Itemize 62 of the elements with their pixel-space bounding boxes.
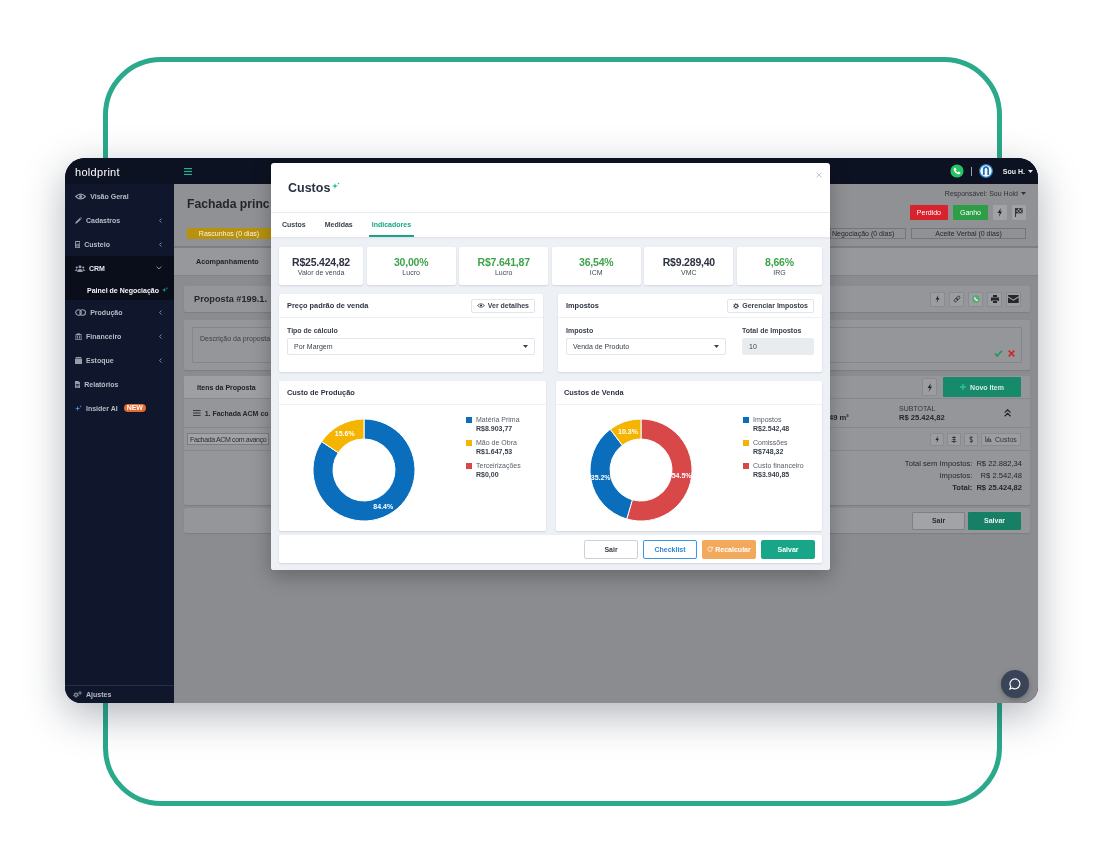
document-icon (75, 380, 81, 388)
lightning-icon (926, 382, 933, 392)
link-icon (952, 295, 961, 303)
kpi-value: R$9.289,40 (662, 255, 715, 268)
sparkle-icon (75, 404, 82, 412)
kpi-value: 30,00% (393, 255, 429, 268)
align-button[interactable] (947, 432, 961, 446)
kpi-value: R$25.424,82 (292, 255, 350, 268)
printer-icon (990, 295, 999, 303)
pencil-icon (75, 216, 82, 224)
price-button[interactable] (964, 432, 978, 446)
align-center-icon (951, 435, 957, 443)
plus-icon (960, 384, 967, 390)
page-title: Fachada princ (187, 196, 270, 212)
kpi-value: R$7.641,87 (477, 255, 530, 268)
rings-icon (75, 308, 87, 316)
lightning-icon (935, 295, 940, 303)
chat-icon (1009, 678, 1021, 690)
eye-icon (75, 192, 87, 200)
menu-icon[interactable] (184, 167, 193, 175)
print-button[interactable] (987, 291, 1002, 307)
check-icon (994, 350, 1003, 357)
sparkle-icon (332, 182, 341, 190)
sparkle-icon (162, 287, 168, 293)
proposal-title: Proposta #199.1. (194, 294, 268, 304)
email-button[interactable] (1006, 291, 1021, 307)
envelope-icon (1008, 295, 1019, 303)
lightning-icon (997, 208, 1003, 217)
logo: holdprint (75, 166, 120, 178)
close-icon (816, 172, 822, 178)
flag-button[interactable] (1012, 205, 1026, 220)
users-icon (75, 264, 85, 272)
eye-icon (476, 303, 485, 308)
caret-icon (523, 345, 528, 348)
drag-handle-icon[interactable] (193, 410, 201, 416)
dollar-icon (968, 435, 974, 443)
calculator-icon (75, 240, 81, 248)
lightning-button[interactable] (930, 432, 944, 446)
phone-bubble-icon[interactable] (949, 164, 964, 178)
checkered-flag-icon (1015, 208, 1023, 217)
gear-icon (733, 302, 740, 309)
caret-icon (1028, 169, 1033, 173)
kpi-value: 36,54% (579, 255, 614, 268)
gears-icon (73, 691, 82, 698)
chevrons-up-icon (1004, 409, 1012, 417)
link-button[interactable] (949, 291, 964, 307)
lightning-button[interactable] (922, 378, 937, 396)
caret-icon (1021, 192, 1026, 195)
box-icon (75, 356, 82, 364)
phone-bubble-icon (971, 295, 980, 303)
cross-icon (1008, 350, 1015, 357)
collapse-button[interactable] (1004, 409, 1012, 417)
lightning-button[interactable] (993, 205, 1007, 220)
lightning-button[interactable] (930, 291, 945, 307)
caret-icon (714, 345, 719, 348)
modal-title: Custos (288, 180, 331, 195)
avatar-icon (978, 164, 993, 178)
bank-icon (75, 332, 82, 340)
kpi-value: 8,66% (765, 255, 794, 268)
lightning-icon (934, 435, 940, 443)
bar-chart-icon (985, 436, 993, 442)
refresh-icon (707, 546, 714, 552)
